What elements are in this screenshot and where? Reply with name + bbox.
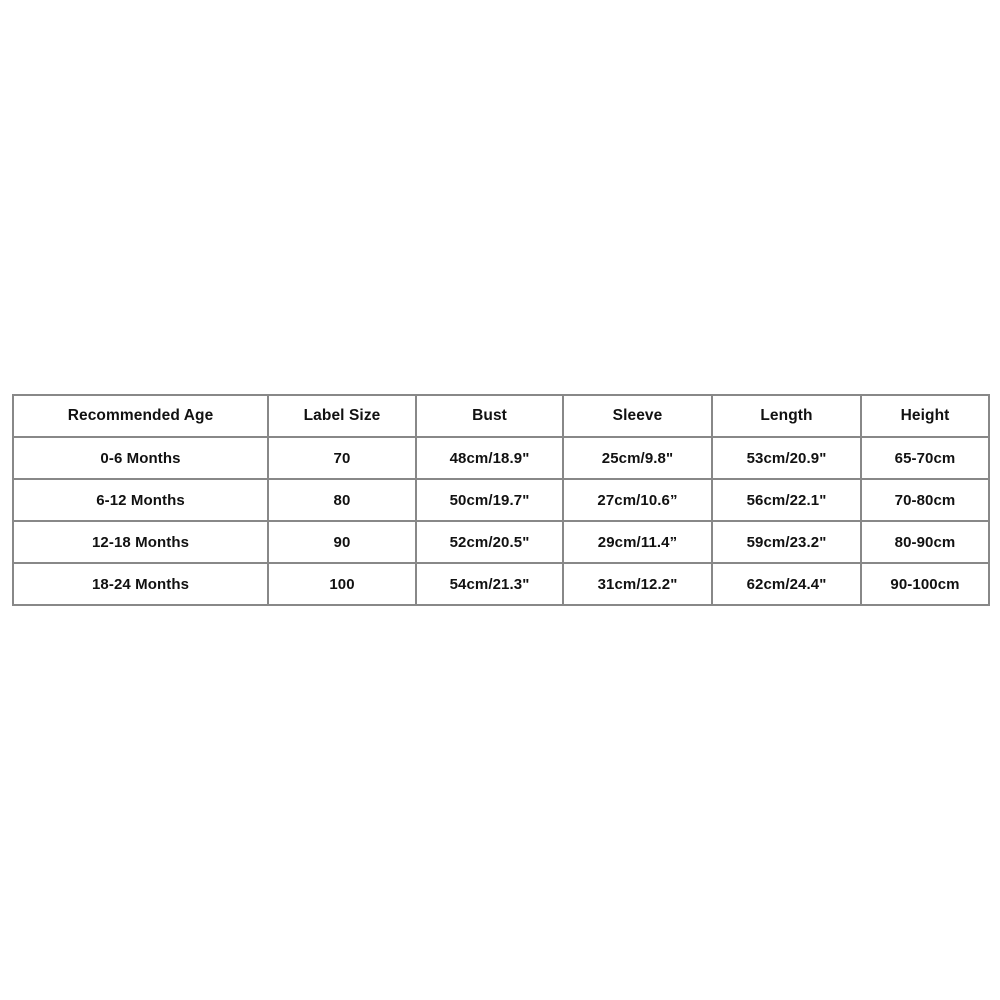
cell-label-size: 80: [267, 478, 417, 522]
cell-length: 59cm/23.2": [711, 520, 862, 564]
cell-label-size: 90: [267, 520, 417, 564]
cell-length: 53cm/20.9": [711, 436, 862, 480]
cell-bust: 54cm/21.3": [415, 562, 564, 606]
cell-sleeve: 27cm/10.6”: [562, 478, 713, 522]
column-header-recommended-age: Recommended Age: [12, 394, 269, 438]
cell-sleeve: 29cm/11.4”: [562, 520, 713, 564]
cell-bust: 50cm/19.7": [415, 478, 564, 522]
column-header-bust: Bust: [415, 394, 564, 438]
table-row: 0-6 Months 70 48cm/18.9" 25cm/9.8" 53cm/…: [12, 436, 990, 480]
cell-bust: 48cm/18.9": [415, 436, 564, 480]
cell-height: 65-70cm: [860, 436, 990, 480]
cell-label-size: 100: [267, 562, 417, 606]
cell-length: 56cm/22.1": [711, 478, 862, 522]
table-row: 18-24 Months 100 54cm/21.3" 31cm/12.2" 6…: [12, 562, 990, 606]
cell-label-size: 70: [267, 436, 417, 480]
cell-height: 90-100cm: [860, 562, 990, 606]
column-header-height: Height: [860, 394, 990, 438]
cell-recommended-age: 6-12 Months: [12, 478, 269, 522]
cell-sleeve: 31cm/12.2": [562, 562, 713, 606]
column-header-label-size: Label Size: [267, 394, 417, 438]
size-chart-container: Recommended Age Label Size Bust Sleeve L…: [12, 394, 990, 606]
cell-recommended-age: 18-24 Months: [12, 562, 269, 606]
cell-recommended-age: 0-6 Months: [12, 436, 269, 480]
cell-recommended-age: 12-18 Months: [12, 520, 269, 564]
size-chart-table: Recommended Age Label Size Bust Sleeve L…: [12, 394, 990, 606]
table-row: 12-18 Months 90 52cm/20.5" 29cm/11.4” 59…: [12, 520, 990, 564]
cell-height: 70-80cm: [860, 478, 990, 522]
table-header-row: Recommended Age Label Size Bust Sleeve L…: [12, 394, 990, 438]
table-row: 6-12 Months 80 50cm/19.7" 27cm/10.6” 56c…: [12, 478, 990, 522]
column-header-length: Length: [711, 394, 862, 438]
column-header-sleeve: Sleeve: [562, 394, 713, 438]
cell-length: 62cm/24.4": [711, 562, 862, 606]
cell-bust: 52cm/20.5": [415, 520, 564, 564]
cell-height: 80-90cm: [860, 520, 990, 564]
cell-sleeve: 25cm/9.8": [562, 436, 713, 480]
